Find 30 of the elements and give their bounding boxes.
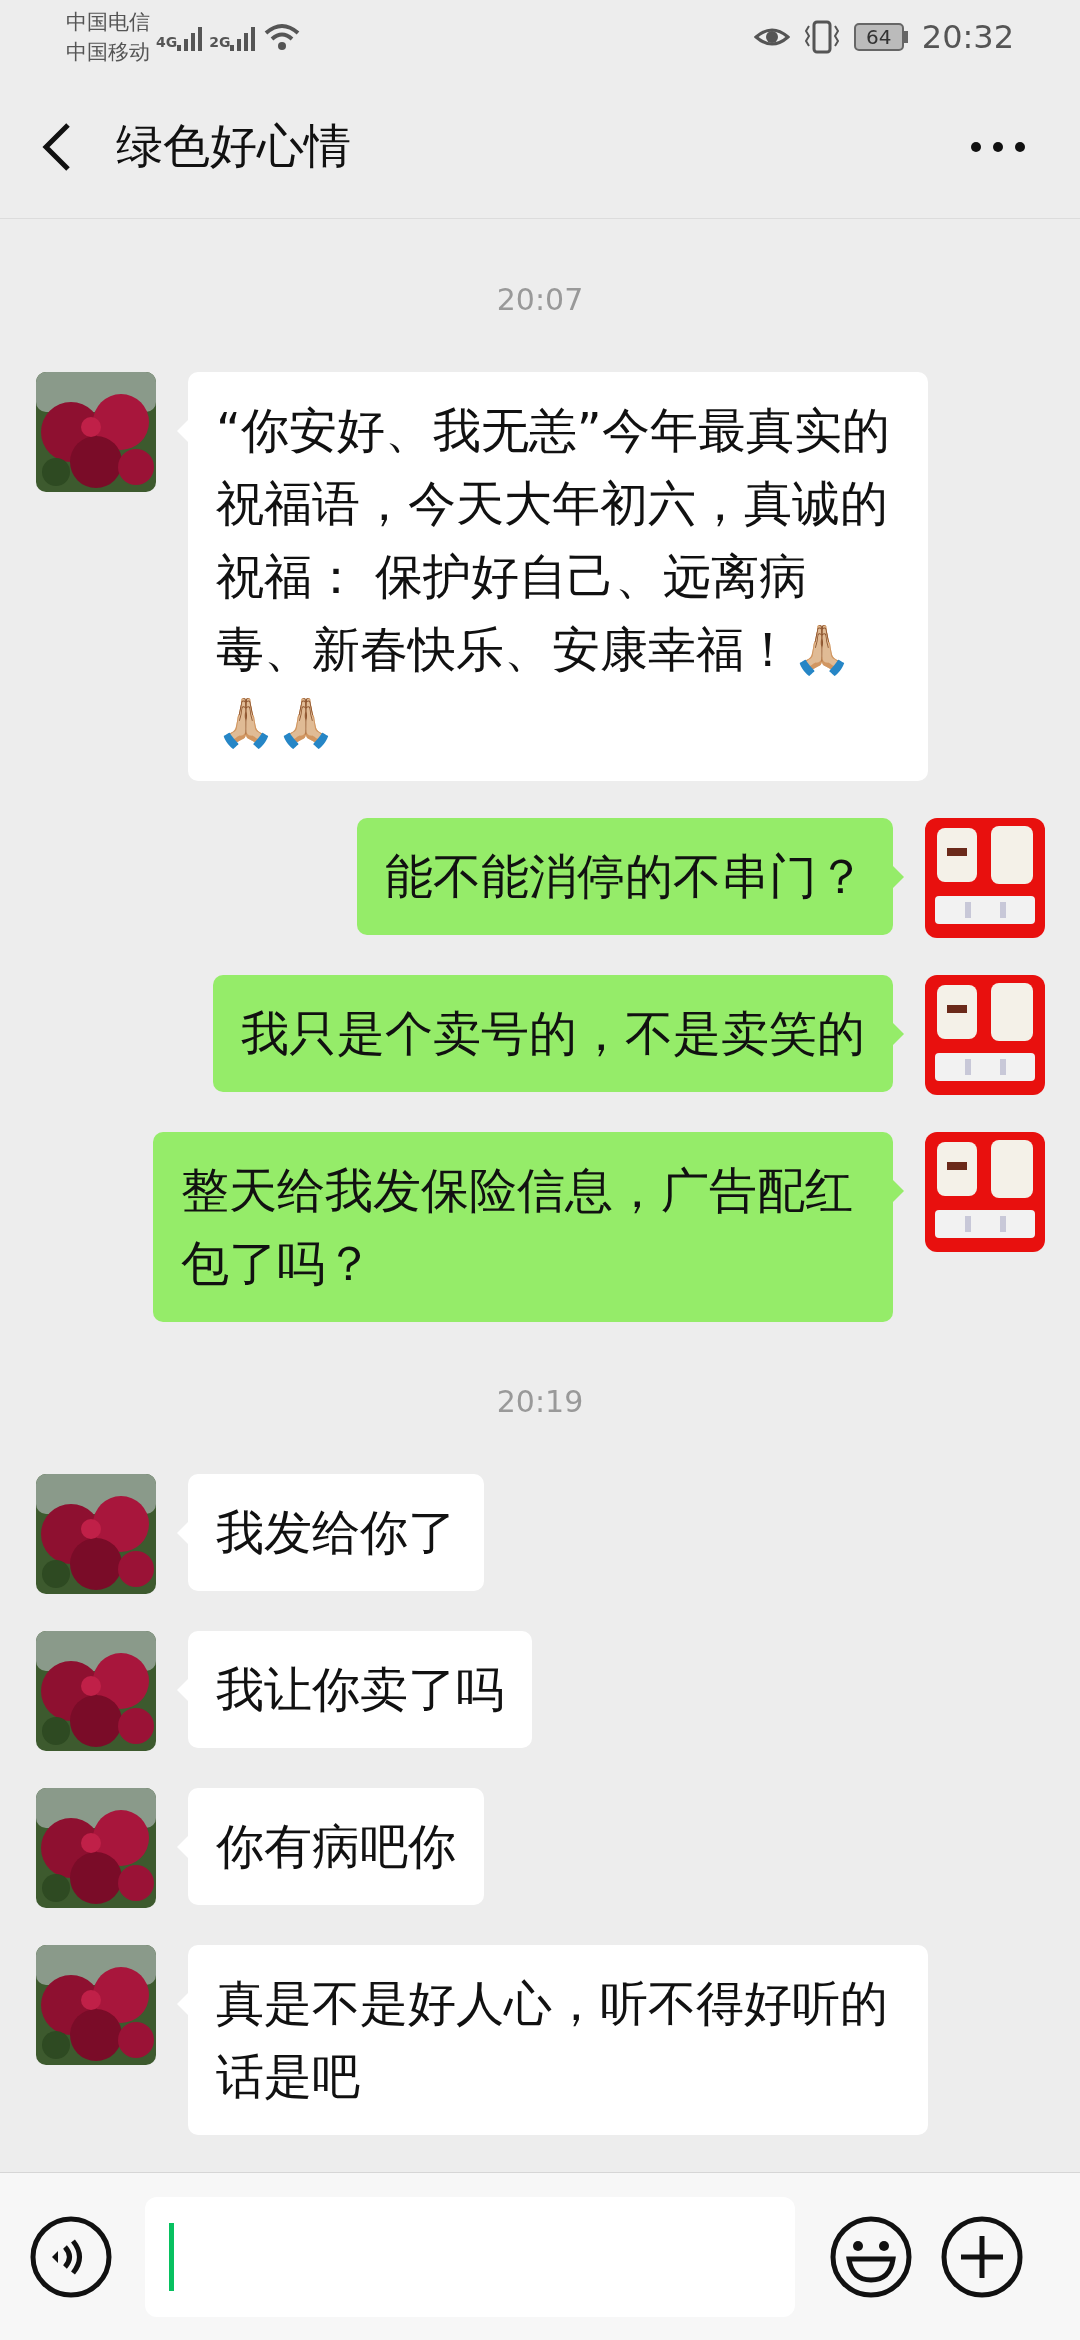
carrier-name: 中国移动 [66,39,150,67]
timestamp: 20:19 [496,1383,584,1422]
bubble-tail [893,1023,904,1046]
status-time: 20:32 [921,17,1014,59]
emoji-icon[interactable] [830,2215,912,2298]
signal-icon [230,24,257,53]
chat-title: 绿色好心情 [116,117,351,176]
message-bubble: 整天给我发保险信息，广告配红包了吗？ [153,1132,893,1323]
bubble-tail [893,1180,904,1203]
network-label: 2G [209,32,231,52]
more-icon[interactable] [970,140,1026,153]
bubble-tail [893,866,904,889]
timestamp: 20:07 [496,281,584,320]
signal-icon [177,24,204,53]
message-input-field[interactable] [145,2196,795,2317]
message-bubble: “你安好、我无恙”今年最真实的祝福语，今天大年初六，真诚的祝福： 保护好自己、远离病毒、新春快乐、安康幸福！🙏🏼🙏🏼🙏🏼 [188,372,928,782]
message-bubble: 我让你卖了吗 [188,1631,532,1749]
message-bubble: 能不能消停的不串门？ [357,818,893,936]
carrier-name: 中国电信 [66,9,150,37]
voice-icon[interactable] [30,2215,112,2298]
vibrate-icon [803,20,840,55]
plus-icon[interactable] [941,2215,1023,2298]
network-label: 4G [156,32,178,52]
message-bubble: 我只是个卖号的，不是卖笑的 [213,975,893,1093]
back-icon[interactable] [40,120,72,173]
message-bubble: 真是不是好人心，听不得好听的话是吧 [188,1945,928,2136]
wifi-icon [264,23,301,52]
message-bubble: 你有病吧你 [188,1788,484,1906]
message-bubble: 我发给你了 [188,1474,484,1592]
battery-icon: 64 [853,23,904,52]
